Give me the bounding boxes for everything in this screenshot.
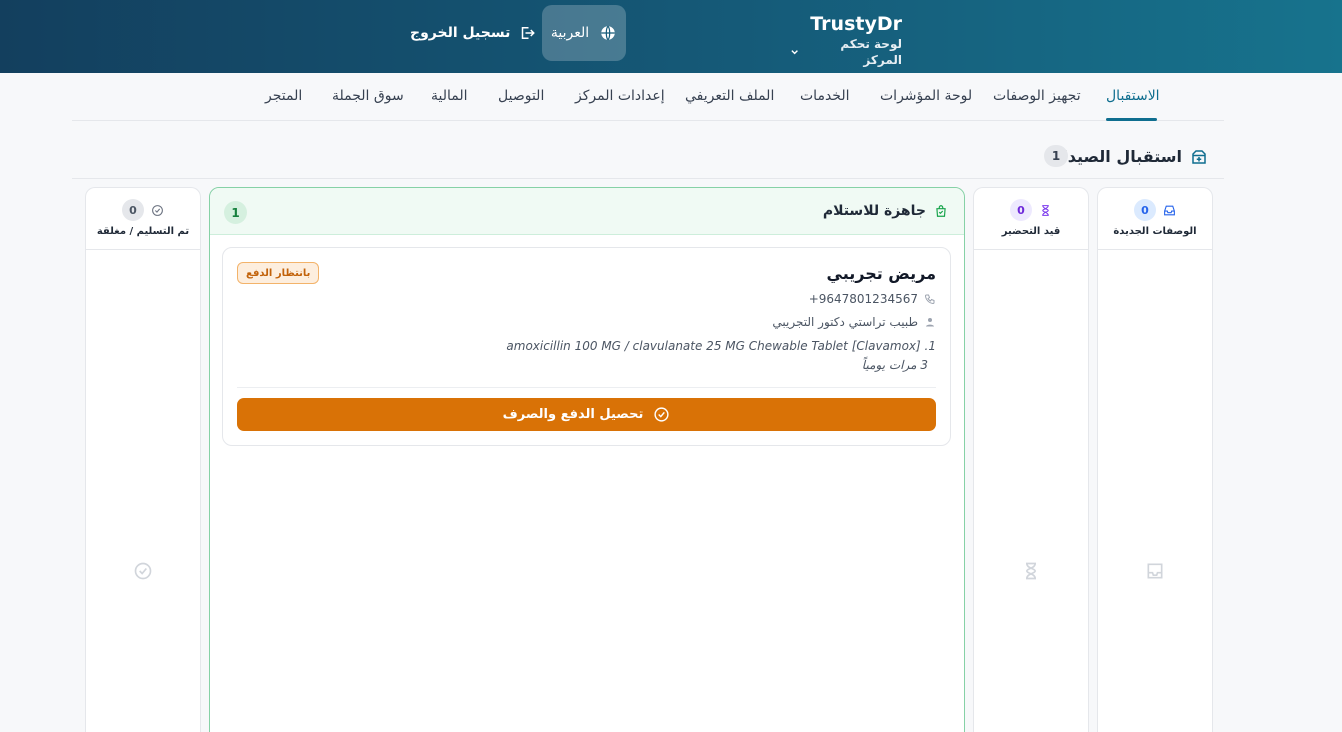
main-tabs: الاستقبال تجهيز الوصفات لوحة المؤشرات ال… bbox=[72, 73, 1224, 121]
tab-delivery[interactable]: التوصيل bbox=[498, 88, 544, 104]
tab-wholesale-market[interactable]: سوق الجملة bbox=[332, 88, 404, 104]
brand[interactable]: TrustyDr لوحة تحكم المركز bbox=[790, 12, 902, 68]
tab-finance[interactable]: المالية bbox=[431, 88, 468, 104]
divider bbox=[237, 387, 936, 388]
check-circle-icon bbox=[134, 562, 152, 580]
globe-icon bbox=[601, 25, 615, 41]
language-button[interactable]: العربية bbox=[542, 5, 626, 61]
tab-prescription-prep[interactable]: تجهيز الوصفات bbox=[993, 88, 1081, 104]
check-circle-icon bbox=[654, 407, 669, 422]
column-count-badge: 0 bbox=[122, 199, 144, 221]
tab-dashboard[interactable]: لوحة المؤشرات bbox=[880, 88, 972, 104]
column-preparing: 0 قيد التحضير bbox=[973, 187, 1089, 732]
doctor-name: طبيب تراستي دكتور التجريبي bbox=[772, 315, 918, 329]
check-circle-icon bbox=[152, 205, 163, 216]
shopping-bag-icon bbox=[936, 205, 946, 217]
column-header: 0 قيد التحضير bbox=[974, 188, 1088, 250]
hourglass-icon bbox=[1025, 562, 1037, 580]
column-count-badge: 0 bbox=[1134, 199, 1156, 221]
tab-center-settings[interactable]: إعدادات المركز bbox=[575, 88, 665, 104]
tab-reception[interactable]: الاستقبال bbox=[1106, 88, 1160, 104]
phone-icon bbox=[924, 294, 935, 305]
column-header: 0 الوصفات الجديدة bbox=[1098, 188, 1212, 250]
column-header: 0 تم التسليم / مغلقة bbox=[86, 188, 200, 250]
column-ready-for-pickup: جاهزة للاستلام 1 مريض تجريبي بانتظار الد… bbox=[209, 187, 965, 732]
inbox-icon bbox=[1164, 205, 1175, 216]
dashboard-switcher[interactable]: لوحة تحكم المركز bbox=[790, 36, 902, 68]
chevron-down-icon bbox=[791, 50, 798, 55]
tab-services[interactable]: الخدمات bbox=[800, 88, 850, 104]
medication-line: 1. amoxicillin 100 MG / clavulanate 25 M… bbox=[506, 339, 936, 353]
column-title: الوصفات الجديدة bbox=[1113, 226, 1197, 237]
dosage-line: 3 مرات يومياً bbox=[861, 358, 928, 372]
tab-store[interactable]: المتجر bbox=[265, 88, 302, 104]
brand-subtitle: لوحة تحكم المركز bbox=[840, 37, 902, 67]
logout-label: تسجيل الخروج bbox=[410, 25, 511, 41]
prescription-card[interactable]: مريض تجريبي بانتظار الدفع +9647801234567… bbox=[222, 247, 951, 446]
top-header: TrustyDr لوحة تحكم المركز العربية تسجيل … bbox=[0, 0, 1342, 73]
section-header: استقبال الصيدلية 1 bbox=[72, 137, 1224, 179]
patient-phone: +9647801234567 bbox=[808, 292, 918, 306]
column-header: جاهزة للاستلام 1 bbox=[210, 188, 964, 235]
status-badge: بانتظار الدفع bbox=[237, 262, 320, 284]
logout-button[interactable]: تسجيل الخروج bbox=[410, 20, 536, 46]
patient-phone-row: +9647801234567 bbox=[809, 292, 936, 306]
column-count-badge: 1 bbox=[224, 201, 247, 224]
brand-name: TrustyDr bbox=[810, 13, 902, 35]
collect-payment-button[interactable]: تحصيل الدفع والصرف bbox=[237, 398, 936, 431]
column-title: قيد التحضير bbox=[1001, 226, 1061, 237]
tab-profile[interactable]: الملف التعريفي bbox=[685, 88, 774, 104]
column-new-prescriptions: 0 الوصفات الجديدة bbox=[1097, 187, 1213, 732]
column-title: تم التسليم / مغلقة bbox=[96, 226, 190, 237]
doctor-row: طبيب تراستي دكتور التجريبي bbox=[772, 315, 936, 329]
user-icon bbox=[926, 318, 934, 327]
hourglass-icon bbox=[1042, 205, 1049, 216]
collect-payment-label: تحصيل الدفع والصرف bbox=[502, 407, 644, 422]
column-count-badge: 0 bbox=[1010, 199, 1032, 221]
active-tab-indicator bbox=[1106, 118, 1157, 121]
section-count-badge: 1 bbox=[1044, 145, 1068, 167]
column-delivered-closed: 0 تم التسليم / مغلقة bbox=[85, 187, 201, 732]
inbox-icon bbox=[1147, 563, 1163, 579]
pharmacy-icon bbox=[1192, 150, 1206, 164]
logout-icon bbox=[522, 27, 536, 39]
patient-name: مريض تجريبي bbox=[826, 264, 936, 283]
column-title: جاهزة للاستلام bbox=[822, 203, 926, 219]
language-label: العربية bbox=[550, 25, 590, 41]
